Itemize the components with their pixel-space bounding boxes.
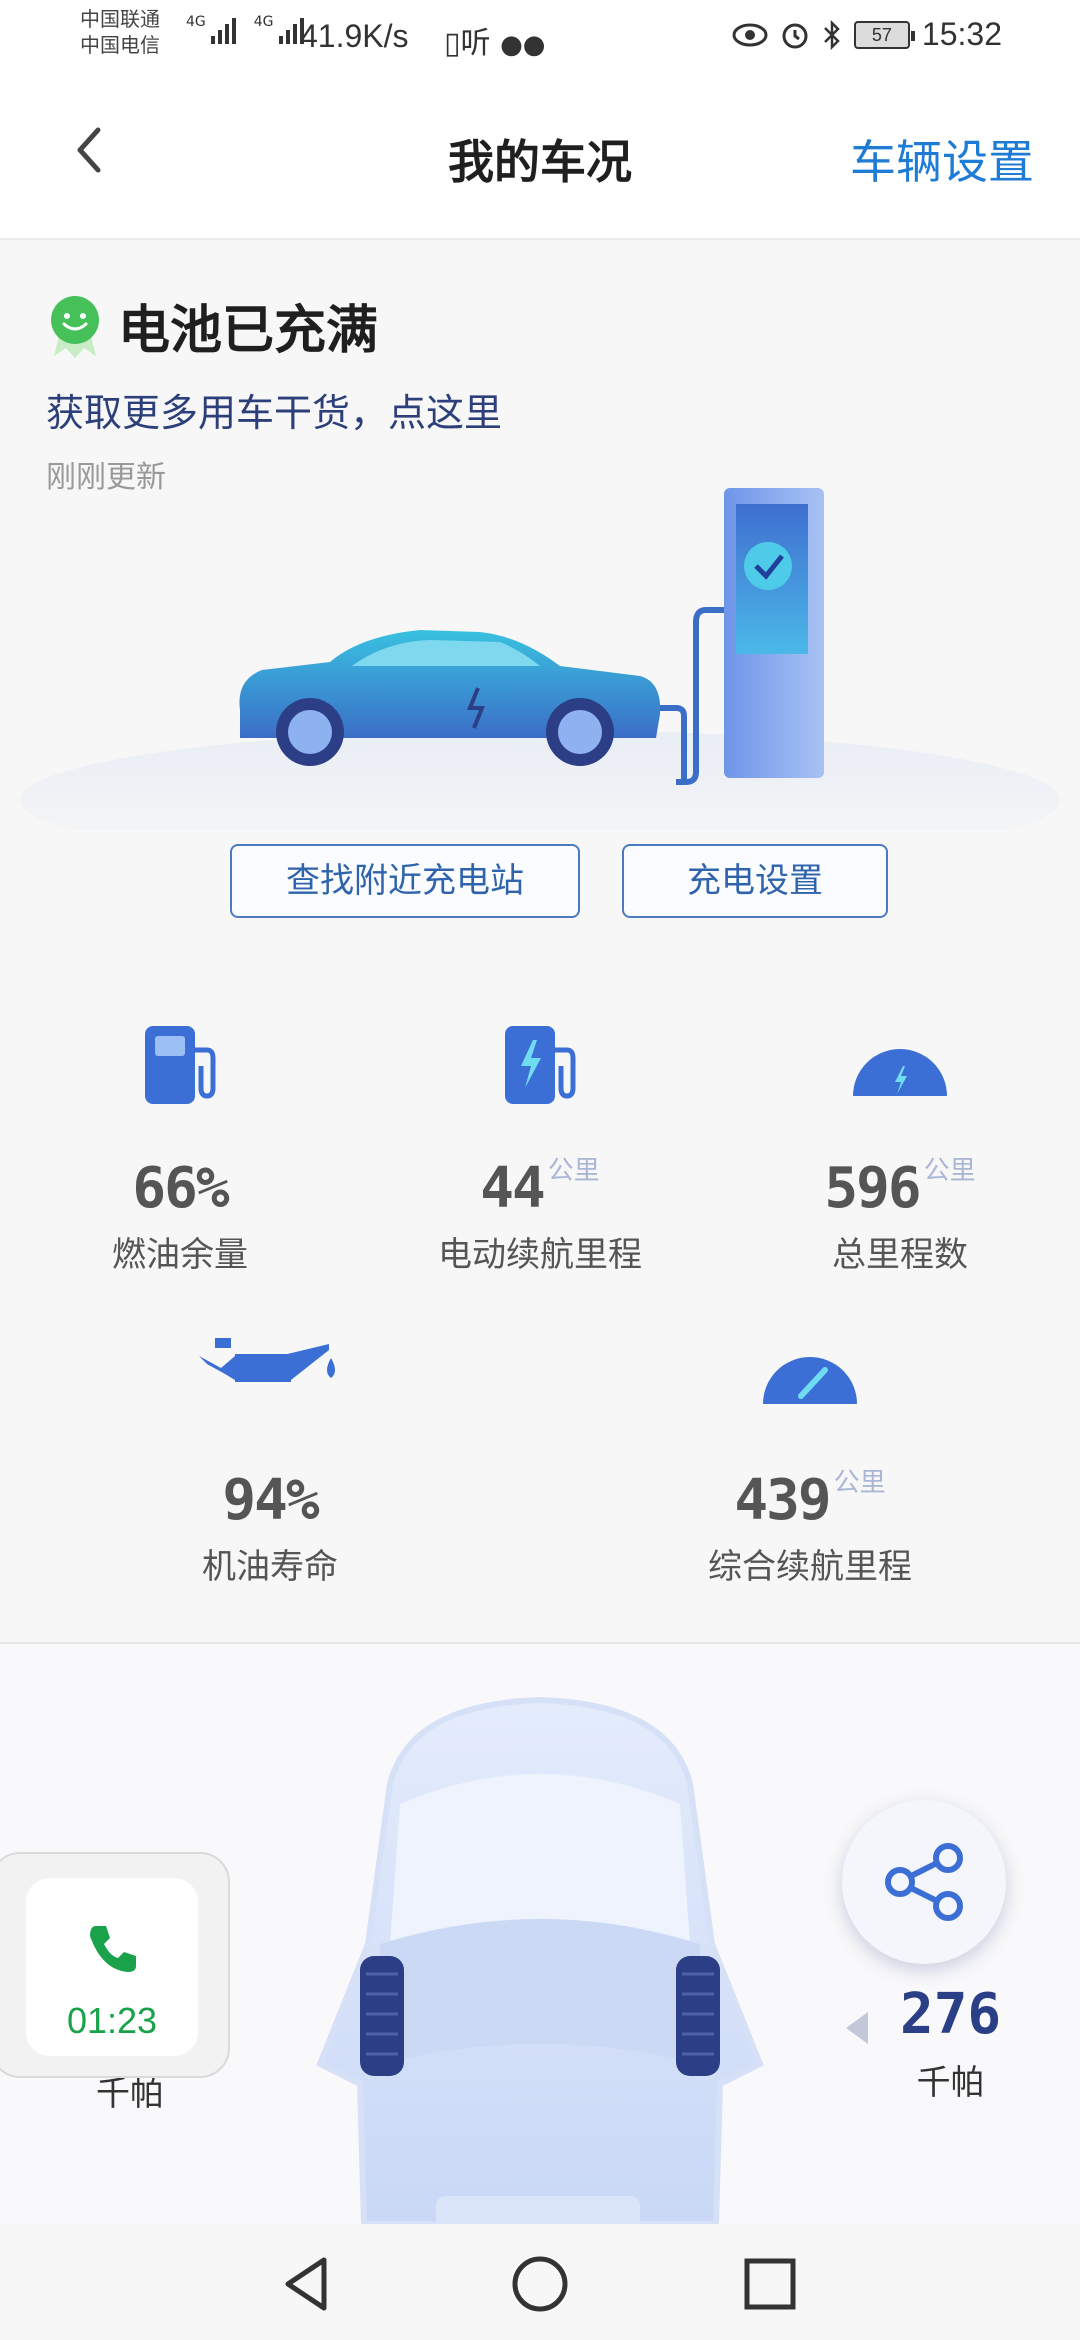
home-nav-icon[interactable] [508, 2252, 572, 2316]
oil-life-label: 机油寿命 [202, 1547, 338, 1587]
smile-badge-icon [51, 295, 99, 358]
total-range-unit: 公里 [833, 1468, 886, 1498]
pressure-unit: 千帕 [916, 2063, 985, 2103]
recents-nav-icon[interactable] [738, 2252, 802, 2316]
gauge-icon [853, 1049, 947, 1096]
total-range-label: 综合续航里程 [708, 1547, 912, 1587]
clock: 15:32 [921, 16, 1002, 52]
status-title: 电池已充满 [118, 301, 379, 361]
electric-range-value: 44 [480, 1156, 545, 1221]
signal-icon: 4G [254, 14, 304, 44]
status-bar: 中国联通 中国电信 4G 4G 41.9K/s ▯听 ●● 57 15:32 [0, 0, 1080, 72]
pointer-arrow-icon [846, 2012, 868, 2044]
hd-icon: ▯听 [444, 26, 491, 61]
alarm-icon [782, 23, 808, 48]
network-speed: 41.9K/s [300, 18, 409, 54]
status-right: 57 15:32 [732, 16, 1002, 53]
stat-odometer: 596 公里 总里程数 [780, 1020, 1020, 1276]
speedometer-icon [763, 1357, 857, 1404]
stat-total-range: 439 公里 综合续航里程 [690, 1334, 930, 1588]
fuel-label: 燃油余量 [112, 1235, 248, 1275]
right-front-tire-pressure: 276 千帕 [900, 1982, 1001, 2104]
total-range-value: 439 [734, 1468, 831, 1533]
odometer-label: 总里程数 [832, 1235, 968, 1275]
stat-oil-life: 94% 机油寿命 [150, 1334, 390, 1588]
bluetooth-icon [824, 19, 840, 50]
fuel-value: 66% [132, 1156, 229, 1221]
call-card[interactable]: 01:23 [26, 1878, 198, 2056]
signal-icons: 4G 4G [186, 14, 304, 44]
odometer-value: 596 [824, 1156, 921, 1221]
share-button[interactable] [842, 1800, 1006, 1964]
network-type: 4G [186, 14, 206, 30]
oil-life-value: 94% [222, 1468, 319, 1533]
find-charging-station-button[interactable]: 查找附近充电站 [230, 844, 580, 918]
share-icon [885, 1843, 963, 1921]
fuel-pump-icon [145, 1026, 216, 1104]
tips-link[interactable]: 获取更多用车干货，点这里 [46, 382, 502, 437]
electric-range-unit: 公里 [547, 1156, 600, 1186]
stat-fuel: 66% 燃油余量 [60, 1020, 300, 1276]
network-type: 4G [253, 14, 274, 30]
charge-settings-button[interactable]: 充电设置 [622, 844, 888, 918]
phone-icon [90, 1926, 136, 1972]
signal-icon: 4G [186, 14, 236, 44]
oil-can-icon [199, 1338, 335, 1382]
charging-car-illustration [20, 488, 1060, 830]
nav-bar: 我的车况 车辆设置 [0, 72, 1080, 240]
carrier-2: 中国电信 [80, 33, 160, 57]
eye-icon [732, 23, 768, 46]
call-floating-window[interactable]: 01:23 [0, 1852, 230, 2078]
carrier-1: 中国联通 [80, 7, 160, 31]
odometer-unit: 公里 [923, 1156, 976, 1186]
call-timer: 01:23 [66, 2000, 158, 2041]
pressure-value: 276 [900, 1982, 1002, 2047]
carrier-info: 中国联通 中国电信 [80, 6, 160, 58]
back-nav-icon[interactable] [276, 2252, 340, 2316]
system-navigation-bar [0, 2224, 1080, 2340]
electric-range-label: 电动续航里程 [438, 1235, 642, 1275]
wechat-icon: ●● [500, 30, 546, 60]
battery-status: 电池已充满 [46, 288, 378, 363]
stat-electric-range: 44 公里 电动续航里程 [420, 1020, 660, 1276]
notification-icons: ▯听 ●● [444, 18, 545, 62]
battery-icon: 57 [853, 20, 915, 49]
charging-station-icon [505, 1026, 576, 1104]
vehicle-settings-link[interactable]: 车辆设置 [850, 126, 1034, 192]
